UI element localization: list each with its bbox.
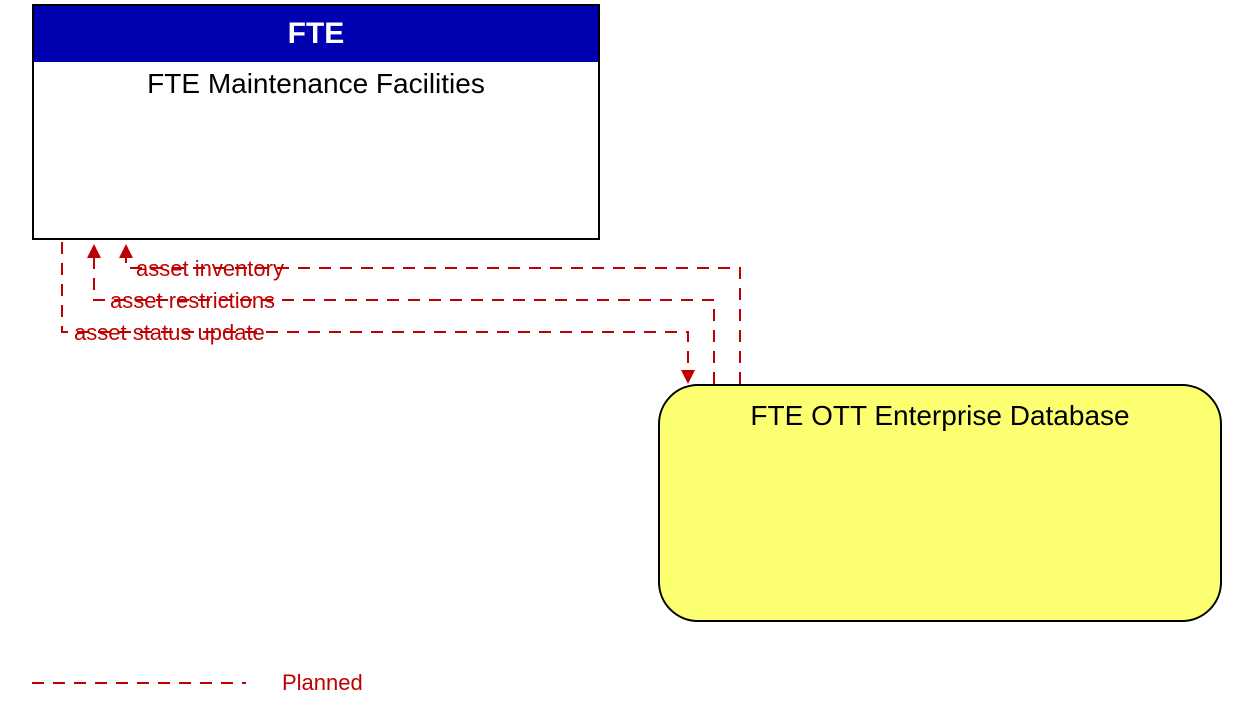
entity-header: FTE [34, 6, 598, 62]
entity-fte-maintenance-facilities: FTE FTE Maintenance Facilities [32, 4, 600, 240]
diagram-canvas: FTE FTE Maintenance Facilities FTE OTT E… [0, 0, 1252, 718]
connector-label-asset-restrictions: asset restrictions [110, 288, 275, 314]
entity-title: FTE OTT Enterprise Database [660, 400, 1220, 432]
legend-label: Planned [282, 670, 363, 696]
entity-fte-ott-enterprise-database: FTE OTT Enterprise Database [658, 384, 1222, 622]
connector-label-asset-inventory: asset inventory [136, 256, 284, 282]
entity-header-label: FTE [288, 17, 345, 51]
connector-label-asset-status-update: asset status update [74, 320, 265, 346]
entity-title: FTE Maintenance Facilities [34, 62, 598, 100]
